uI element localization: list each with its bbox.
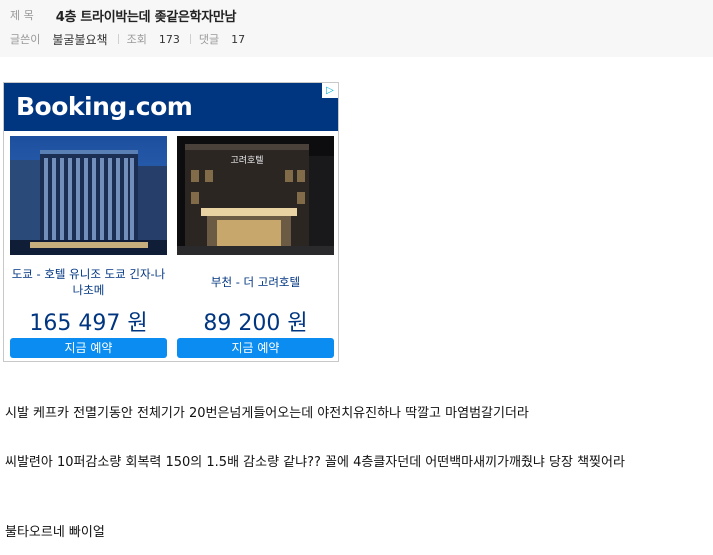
hotel-sign-text: 고려호텔 — [230, 154, 263, 166]
title-row: 제 목 4층 트라이박는데 좆같은학자만남 — [10, 6, 237, 25]
hotel-price[interactable]: 89 200 원 — [177, 305, 334, 337]
divider — [117, 34, 119, 44]
book-now-button[interactable]: 지금 예약 — [10, 338, 167, 358]
hotel-photo-bucheon[interactable]: 고려호텔 — [177, 136, 334, 255]
booking-logo[interactable]: Booking.com — [16, 92, 193, 121]
title-label: 제 목 — [10, 9, 34, 22]
post-title: 4층 트라이박는데 좆같은학자만남 — [55, 9, 237, 25]
views-label: 조회 — [126, 33, 147, 46]
hotel-price[interactable]: 165 497 원 — [10, 305, 167, 337]
post-paragraph: 씨발련아 10퍼감소량 회복력 150의 1.5배 감소량 같냐?? 꼴에 4층… — [5, 455, 625, 470]
views-count: 173 — [158, 32, 180, 46]
meta-row: 글쓴이 불굴불요책 조회 173 댓글 17 — [10, 30, 245, 48]
hotel-name[interactable]: 도쿄 - 호텔 유니조 도쿄 긴자-나나초메 — [10, 264, 167, 300]
author-name[interactable]: 불굴불요책 — [52, 31, 107, 48]
ad-banner[interactable]: Booking.com ▷ — [4, 83, 338, 131]
adchoices-icon[interactable]: ▷ — [322, 83, 338, 98]
hotel-name[interactable]: 부천 - 더 고려호텔 — [177, 264, 334, 300]
hotel-photo-tokyo[interactable] — [10, 136, 167, 255]
ad-body: 도쿄 - 호텔 유니조 도쿄 긴자-나나초메 165 497 원 지금 예약 고… — [4, 131, 338, 361]
book-now-button[interactable]: 지금 예약 — [177, 338, 334, 358]
comments-label: 댓글 — [198, 33, 220, 46]
post-paragraph: 불타오르네 빠이얼 — [5, 525, 105, 540]
post-header: 제 목 4층 트라이박는데 좆같은학자만남 글쓴이 불굴불요책 조회 173 댓… — [0, 0, 713, 57]
comments-count: 17 — [231, 32, 246, 46]
author-label: 글쓴이 — [10, 33, 41, 46]
post-paragraph: 시발 케프카 전멸기동안 전체기가 20번은넘게들어오는데 야전치유진하나 딱깔… — [5, 406, 529, 421]
divider — [189, 34, 191, 44]
booking-ad[interactable]: Booking.com ▷ 도쿄 - 호텔 유니조 도쿄 긴자-나나초메 165… — [3, 82, 339, 362]
